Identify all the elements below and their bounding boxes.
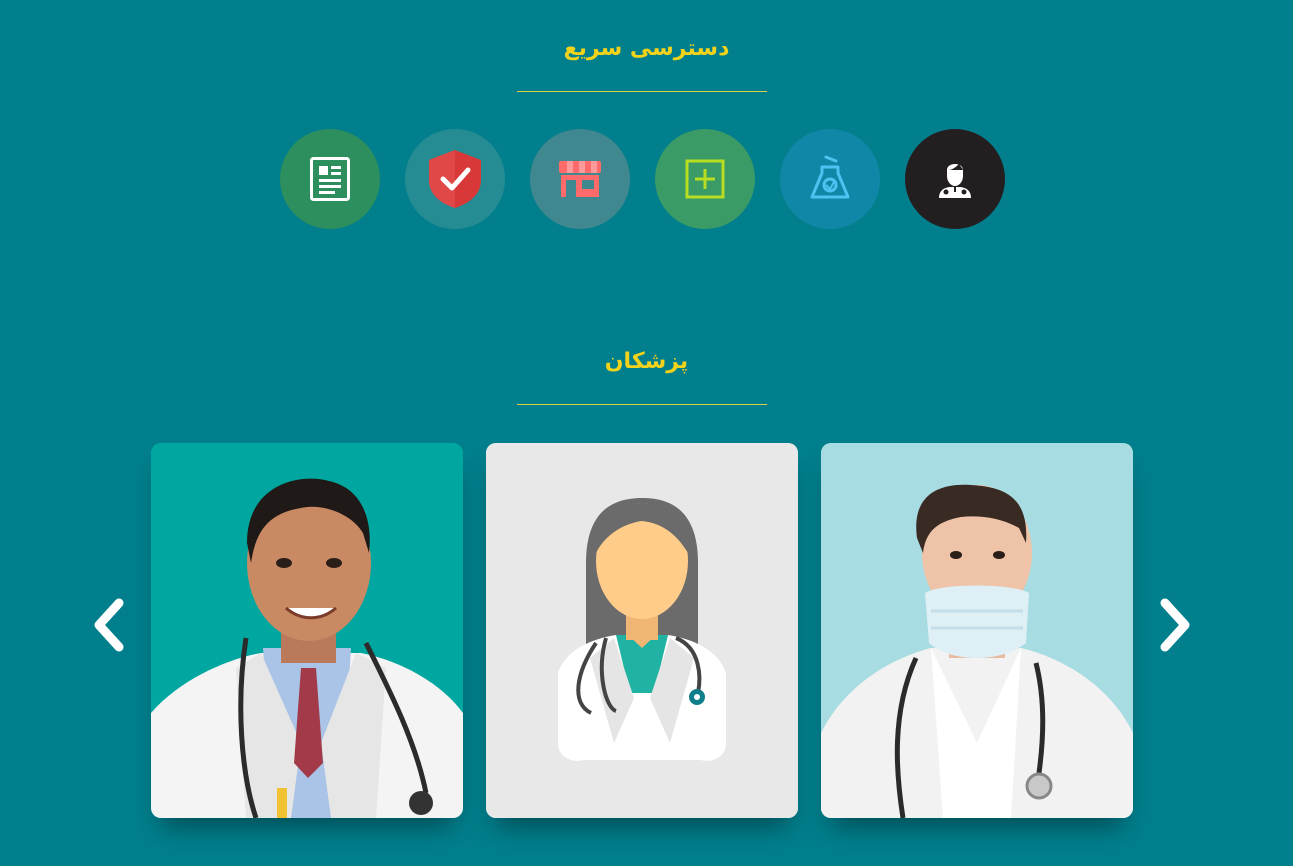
doctors-divider bbox=[517, 404, 767, 405]
doctor-card-female-avatar[interactable] bbox=[486, 443, 798, 818]
doctor-card-male-masked[interactable] bbox=[821, 443, 1133, 818]
quick-access-lab-button[interactable] bbox=[780, 129, 880, 229]
quick-access-divider bbox=[517, 91, 767, 92]
shield-check-icon bbox=[429, 150, 481, 208]
quick-access-insurance-button[interactable] bbox=[405, 129, 505, 229]
doctor-icon bbox=[939, 164, 971, 198]
doctor-male-smiling-photo bbox=[151, 443, 463, 818]
doctor-card-male-smiling[interactable] bbox=[151, 443, 463, 818]
chevron-right-icon bbox=[1160, 598, 1190, 652]
storefront-icon bbox=[559, 161, 601, 197]
lab-flask-icon bbox=[810, 155, 850, 199]
doctor-male-masked-photo bbox=[821, 443, 1133, 818]
chevron-left-icon bbox=[94, 598, 124, 652]
doctor-female-avatar-illustration bbox=[486, 443, 798, 818]
document-icon bbox=[310, 157, 350, 201]
doctors-title: پزشکان bbox=[604, 349, 689, 374]
carousel-next-button[interactable] bbox=[1150, 593, 1200, 657]
quick-access-add-button[interactable] bbox=[655, 129, 755, 229]
quick-access-news-button[interactable] bbox=[280, 129, 380, 229]
carousel-prev-button[interactable] bbox=[84, 593, 134, 657]
plus-square-icon bbox=[685, 159, 725, 199]
quick-access-store-button[interactable] bbox=[530, 129, 630, 229]
quick-access-title: دسترسی سریع bbox=[563, 36, 730, 61]
quick-access-doctor-button[interactable] bbox=[905, 129, 1005, 229]
